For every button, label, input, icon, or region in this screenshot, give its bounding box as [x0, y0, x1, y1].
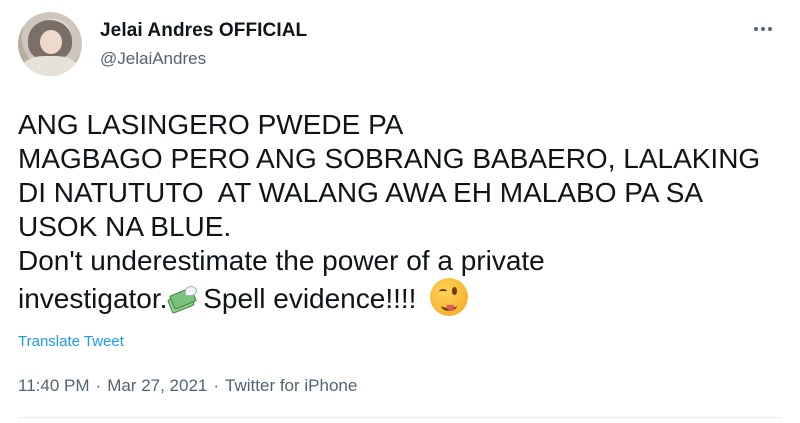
tweet-line: ANG LASINGERO PWEDE PA	[18, 109, 404, 140]
winking-face-with-tongue-emoji-icon	[430, 278, 469, 316]
divider	[18, 417, 782, 418]
tweet-source[interactable]: Twitter for iPhone	[225, 376, 357, 395]
tweet-line: MAGBAGO PERO ANG SOBRANG BABAERO, LALAKI…	[18, 143, 761, 174]
tweet-line: Don't underestimate the power of a priva…	[18, 245, 545, 276]
tweet-line: USOK NA BLUE.	[18, 211, 232, 242]
tweet-line-last: investigator. Spell evidence!!!!	[18, 278, 788, 316]
author-handle[interactable]: @JelaiAndres	[100, 49, 206, 69]
tweet-time[interactable]: 11:40 PM	[18, 376, 90, 395]
tweet-line: DI NATUTUTO AT WALANG AWA EH MALABO PA S…	[18, 177, 704, 208]
tweet-text: ANG LASINGERO PWEDE PA MAGBAGO PERO ANG …	[18, 108, 788, 316]
more-options-button[interactable]	[750, 16, 776, 42]
avatar-body	[22, 56, 78, 76]
avatar[interactable]	[18, 12, 82, 76]
author-display-name[interactable]: Jelai Andres OFFICIAL	[100, 20, 307, 42]
tweet-meta: 11:40 PM · Mar 27, 2021 · Twitter for iPhone	[18, 376, 357, 396]
tweet-text-fragment: investigator.	[18, 283, 168, 314]
meta-separator: ·	[95, 376, 102, 395]
tweet-card: Jelai Andres OFFICIAL @JelaiAndres ANG L…	[0, 0, 800, 423]
tweet-date[interactable]: Mar 27, 2021	[107, 376, 207, 395]
money-with-wings-emoji-icon	[167, 286, 198, 314]
tweet-text-fragment: Spell evidence!!!!	[195, 283, 417, 314]
translate-tweet-link[interactable]: Translate Tweet	[18, 333, 124, 350]
meta-separator: ·	[213, 376, 220, 395]
avatar-face	[40, 30, 62, 54]
more-horizontal-icon	[754, 27, 758, 31]
